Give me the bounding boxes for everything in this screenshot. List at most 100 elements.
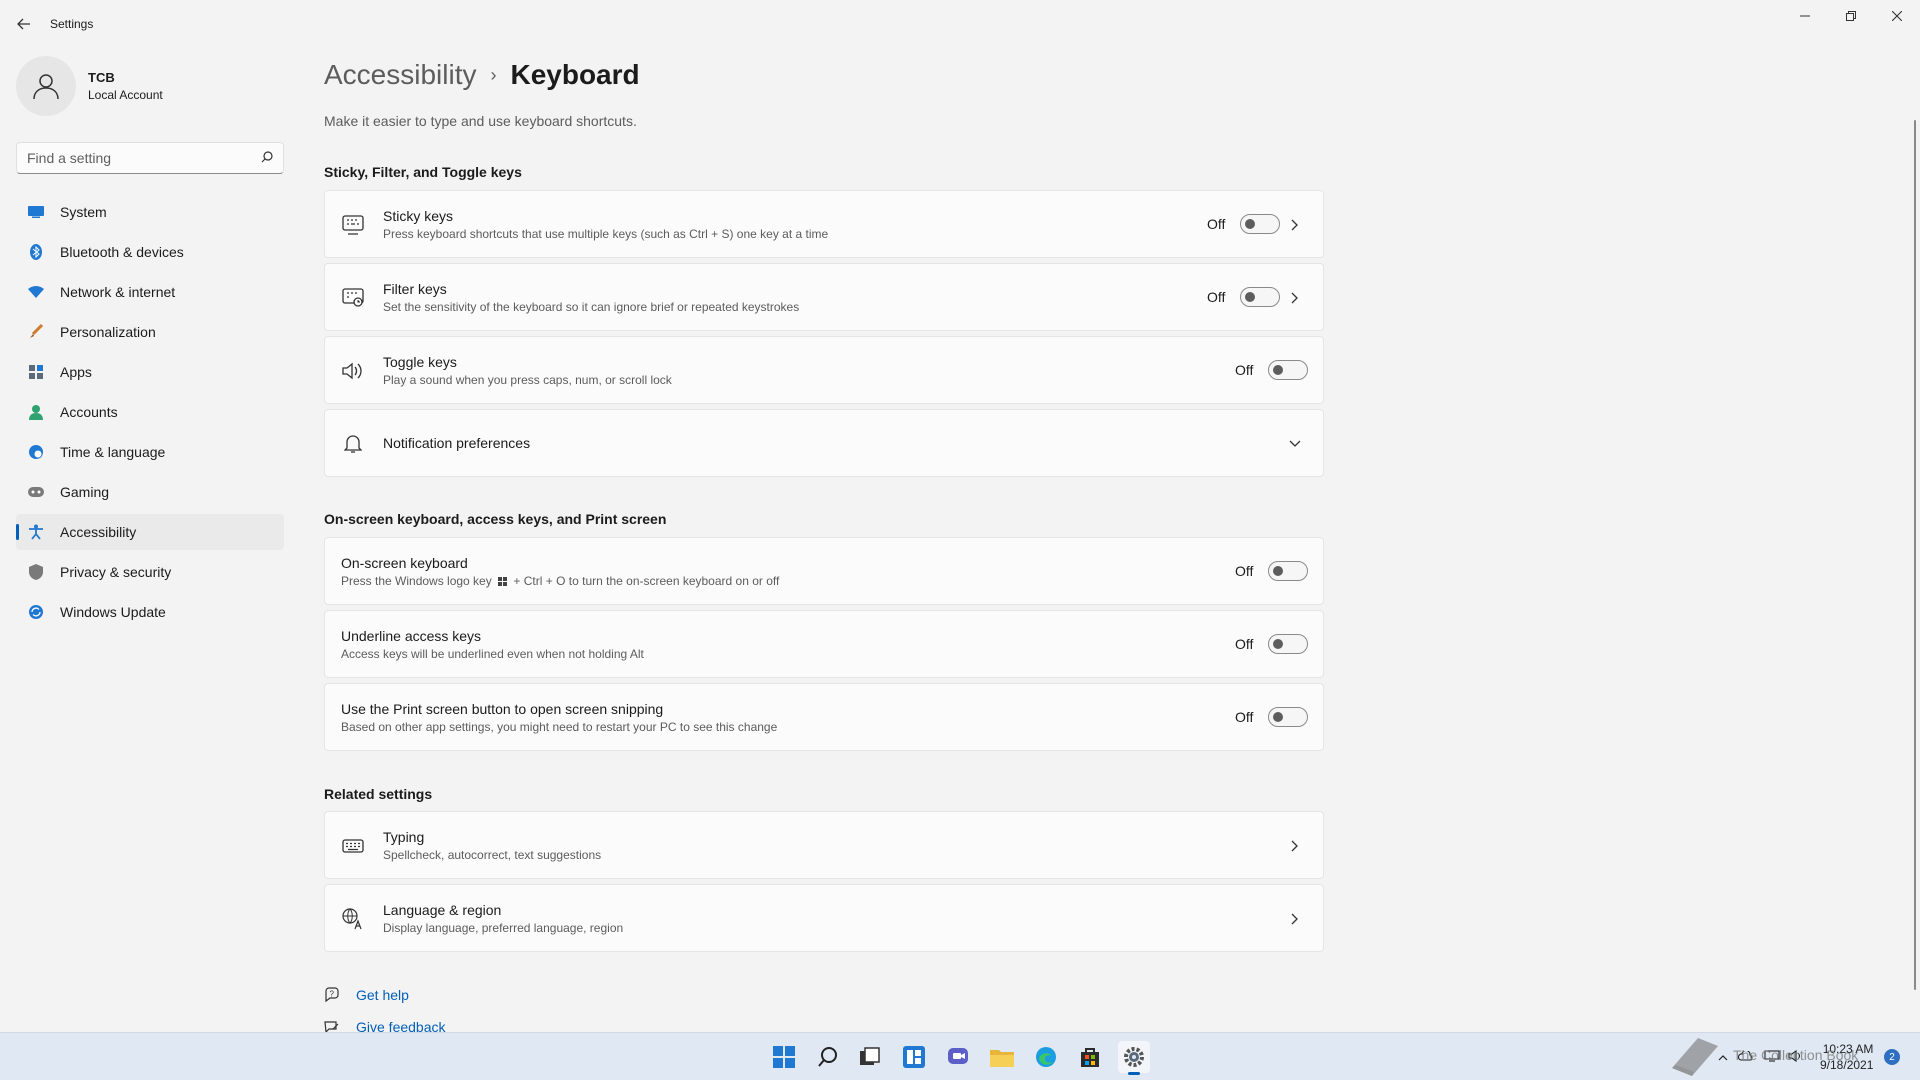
store-button[interactable] (1074, 1041, 1106, 1073)
language-region-card[interactable]: Language & region Display language, pref… (324, 884, 1324, 952)
chevron-down-icon[interactable] (1283, 432, 1307, 456)
toggle-state-label: Off (1207, 289, 1226, 305)
card-subtitle: Spellcheck, autocorrect, text suggestion… (383, 847, 602, 862)
brush-icon (28, 324, 44, 340)
breadcrumb-parent[interactable]: Accessibility (324, 59, 476, 91)
filter-keys-card[interactable]: Filter keys Set the sensitivity of the k… (324, 263, 1324, 331)
person-icon (28, 404, 44, 420)
user-profile[interactable]: TCB Local Account (16, 56, 163, 116)
sticky-keys-toggle[interactable] (1240, 214, 1280, 234)
chevron-right-icon[interactable] (1283, 834, 1307, 858)
profile-account-type: Local Account (88, 88, 163, 102)
notification-badge[interactable]: 2 (1884, 1049, 1900, 1065)
chevron-right-icon[interactable] (1283, 213, 1307, 237)
card-title: Sticky keys (383, 207, 454, 224)
card-title: Notification preferences (383, 435, 531, 451)
gamepad-icon (28, 484, 44, 500)
toggle-keys-toggle[interactable] (1268, 360, 1308, 380)
sidebar-item-label: Accounts (60, 404, 118, 420)
sidebar-item-label: Windows Update (60, 604, 166, 620)
file-explorer-icon (990, 1050, 1014, 1067)
sidebar-item-network[interactable]: Network & internet (16, 274, 284, 310)
file-explorer-button[interactable] (986, 1041, 1018, 1073)
notification-preferences-card[interactable]: Notification preferences (324, 409, 1324, 477)
underline-access-keys-toggle[interactable] (1268, 634, 1308, 654)
toggle-state-label: Off (1235, 563, 1254, 579)
card-subtitle: Access keys will be underlined even when… (341, 646, 644, 661)
card-title: Filter keys (383, 280, 447, 297)
search-input[interactable] (27, 150, 261, 166)
print-screen-toggle[interactable] (1268, 707, 1308, 727)
sticky-keys-card[interactable]: Sticky keys Press keyboard shortcuts tha… (324, 190, 1324, 258)
close-button[interactable] (1874, 0, 1920, 32)
widgets-button[interactable] (898, 1041, 930, 1073)
sidebar-item-privacy[interactable]: Privacy & security (16, 554, 284, 590)
sidebar-item-personalization[interactable]: Personalization (16, 314, 284, 350)
avatar (16, 56, 76, 116)
sidebar-item-accessibility[interactable]: Accessibility (16, 514, 284, 550)
filter-keys-toggle[interactable] (1240, 287, 1280, 307)
search-icon[interactable] (261, 150, 273, 166)
section-title-related: Related settings (324, 786, 433, 802)
sidebar-item-label: Gaming (60, 484, 110, 500)
scrollbar[interactable] (1914, 120, 1916, 990)
sidebar-item-label: System (60, 204, 107, 220)
sidebar-item-accounts[interactable]: Accounts (16, 394, 284, 430)
card-title: Toggle keys (383, 353, 457, 370)
card-subtitle: Press keyboard shortcuts that use multip… (383, 226, 829, 241)
on-screen-keyboard-card: On-screen keyboard Press the Windows log… (324, 537, 1324, 605)
start-button[interactable] (768, 1041, 800, 1073)
card-title: Underline access keys (341, 627, 482, 644)
back-button[interactable] (12, 12, 36, 36)
sidebar-item-gaming[interactable]: Gaming (16, 474, 284, 510)
search-box[interactable] (16, 142, 284, 174)
title-bar: Settings (0, 0, 1920, 48)
sidebar-item-bluetooth[interactable]: Bluetooth & devices (16, 234, 284, 270)
store-icon (1081, 1048, 1099, 1067)
sticky-keys-icon (341, 213, 365, 237)
sidebar-item-time-language[interactable]: Time & language (16, 434, 284, 470)
globe-clock-icon (28, 444, 44, 460)
widgets-icon (903, 1046, 925, 1068)
breadcrumb-separator: › (490, 64, 497, 85)
toggle-state-label: Off (1235, 709, 1254, 725)
card-title: On-screen keyboard (341, 554, 468, 571)
sidebar-item-apps[interactable]: Apps (16, 354, 284, 390)
toggle-knob (1273, 712, 1283, 722)
page-title: Keyboard (510, 59, 640, 90)
chevron-right-icon[interactable] (1283, 286, 1307, 310)
on-screen-keyboard-toggle[interactable] (1268, 561, 1308, 581)
bluetooth-icon (28, 244, 44, 260)
sidebar-item-windows-update[interactable]: Windows Update (16, 594, 284, 630)
sidebar-item-label: Time & language (60, 444, 166, 460)
windows-logo-icon (498, 576, 508, 586)
profile-name: TCB (88, 70, 115, 85)
chevron-right-icon[interactable] (1283, 907, 1307, 931)
toggle-knob (1273, 639, 1283, 649)
card-title: Use the Print screen button to open scre… (341, 700, 664, 717)
minimize-button[interactable] (1782, 0, 1828, 32)
minimize-icon (1800, 15, 1810, 17)
card-subtitle: Based on other app settings, you might n… (341, 719, 778, 734)
help-icon: ? (324, 987, 342, 1003)
get-help-link[interactable]: Get help (356, 987, 409, 1003)
sidebar-nav: System Bluetooth & devices Network & int… (16, 194, 284, 634)
card-subtitle: Press the Windows logo key + Ctrl + O to… (341, 573, 780, 588)
shield-icon (28, 564, 44, 580)
chat-button[interactable] (942, 1041, 974, 1073)
card-title: Typing (383, 828, 425, 845)
language-icon (341, 907, 365, 931)
edge-icon (1036, 1047, 1056, 1067)
settings-taskbar-button[interactable] (1118, 1041, 1150, 1075)
sidebar-item-label: Personalization (60, 324, 156, 340)
edge-button[interactable] (1030, 1041, 1062, 1073)
print-screen-card: Use the Print screen button to open scre… (324, 683, 1324, 751)
apps-icon (28, 364, 44, 380)
toggle-knob (1273, 365, 1283, 375)
taskbar: 10:23 AM 9/18/2021 2 (0, 1032, 1920, 1080)
taskbar-search-button[interactable] (812, 1041, 844, 1073)
task-view-button[interactable] (854, 1041, 886, 1073)
restore-button[interactable] (1828, 0, 1874, 32)
typing-card[interactable]: Typing Spellcheck, autocorrect, text sug… (324, 811, 1324, 879)
sidebar-item-system[interactable]: System (16, 194, 284, 230)
